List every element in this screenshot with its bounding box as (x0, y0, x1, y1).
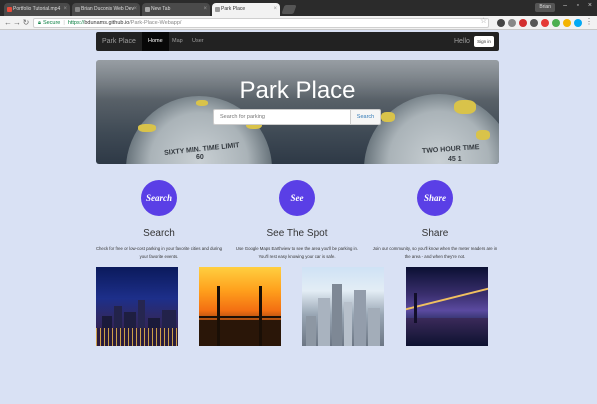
close-tab-icon[interactable]: × (133, 3, 137, 16)
extension-icon[interactable] (552, 19, 560, 27)
browser-toolbar: ← → ↻ 🔒︎ Secure | https://bdunams.github.io… (0, 16, 597, 30)
bridge-deck (199, 316, 281, 346)
extension-icon[interactable] (519, 19, 527, 27)
site-navbar: Park Place Home Map User Hello Sign in (96, 32, 499, 51)
browser-tab[interactable]: Portfolio Tutorial.mp4 × (4, 3, 70, 16)
new-tab-button[interactable] (281, 5, 297, 14)
hello-text: Hello (454, 38, 470, 45)
extension-icon[interactable] (541, 19, 549, 27)
browser-tab[interactable]: Brian Duconis Web Dev × (72, 3, 140, 16)
paint-chip (138, 124, 156, 132)
extension-icon[interactable] (497, 19, 505, 27)
close-tab-icon[interactable]: × (63, 3, 67, 16)
extension-icon[interactable] (530, 19, 538, 27)
bridge-tower (414, 293, 417, 323)
parking-search-input[interactable] (213, 109, 351, 125)
bookmark-star-icon[interactable]: ☆ (480, 16, 487, 25)
feature-share: Share Share Join our community, so you'l… (370, 180, 500, 260)
bridge-tower (259, 286, 262, 346)
maximize-icon[interactable]: ▫ (577, 2, 579, 9)
url-separator: | (63, 20, 65, 26)
feature-title: Search (143, 228, 175, 239)
meter-left-digit: 60 (196, 154, 204, 161)
see-circle-icon: See (279, 180, 315, 216)
meter-right-digits: 45 1 (448, 156, 462, 163)
share-circle-icon: Share (417, 180, 453, 216)
hero-title: Park Place (239, 77, 356, 104)
skyline-building (368, 308, 380, 346)
feature-description: Use Google Maps Earthview to see the are… (235, 246, 359, 259)
browser-tab-active[interactable]: Park Place × (212, 3, 280, 16)
navbar-brand[interactable]: Park Place (102, 32, 136, 51)
close-tab-icon[interactable]: × (203, 3, 207, 16)
extension-icon[interactable] (508, 19, 516, 27)
city-night-photo (96, 267, 178, 346)
sign-in-button[interactable]: Sign in (474, 36, 494, 47)
search-circle-icon: Search (141, 180, 177, 216)
reload-icon[interactable]: ↻ (21, 18, 31, 28)
skyline-building (332, 284, 342, 346)
close-tab-icon[interactable]: × (273, 3, 277, 16)
tab-favicon-icon (215, 7, 220, 12)
feature-see: See See The Spot Use Google Maps Earthvi… (232, 180, 362, 260)
browser-menu-icon[interactable]: ⋮ (585, 17, 593, 26)
profile-button[interactable]: Brian (535, 3, 555, 12)
search-button[interactable]: Search (350, 109, 381, 125)
skyline-building (354, 290, 366, 346)
browser-tab-bar: Portfolio Tutorial.mp4 × Brian Duconis W… (0, 0, 597, 16)
extension-icon[interactable] (563, 19, 571, 27)
tab-favicon-icon (75, 7, 80, 12)
paint-chip (476, 130, 490, 140)
tab-favicon-icon (145, 7, 150, 12)
close-window-icon[interactable]: × (588, 2, 592, 9)
lock-icon: 🔒︎ (38, 20, 41, 26)
nav-link-home[interactable]: Home (142, 32, 169, 51)
parking-search: Search (213, 109, 381, 125)
feature-description: Check for free or low-cost parking in yo… (95, 246, 223, 259)
bridge-sunset-photo (199, 267, 281, 346)
city-lights (96, 328, 178, 346)
skyline-building (306, 316, 316, 346)
skyline-building (318, 298, 330, 346)
hero-banner: SIXTY MIN. TIME LIMIT 60 TWO HOUR TIME 4… (96, 60, 499, 164)
nav-link-user[interactable]: User (186, 32, 210, 51)
extension-icon[interactable] (574, 19, 582, 27)
paint-chip (381, 112, 395, 122)
water (406, 318, 488, 346)
tab-favicon-icon (7, 7, 12, 12)
feature-description: Join our community, so you'll know when … (372, 246, 498, 259)
feature-search: Search Search Check for free or low-cost… (94, 180, 224, 260)
bridge-tower (217, 286, 220, 346)
browser-tab[interactable]: New Tab × (142, 3, 210, 16)
feature-title: See The Spot (266, 228, 328, 239)
skyline-building (344, 302, 352, 346)
bridge-night-photo (406, 267, 488, 346)
minimize-icon[interactable]: – (563, 2, 567, 9)
city-aerial-photo (302, 267, 384, 346)
bridge-deck (406, 283, 488, 313)
address-bar[interactable]: 🔒︎ Secure | https://bdunams.github.io/Park-… (33, 18, 489, 28)
feature-title: Share (421, 228, 449, 239)
